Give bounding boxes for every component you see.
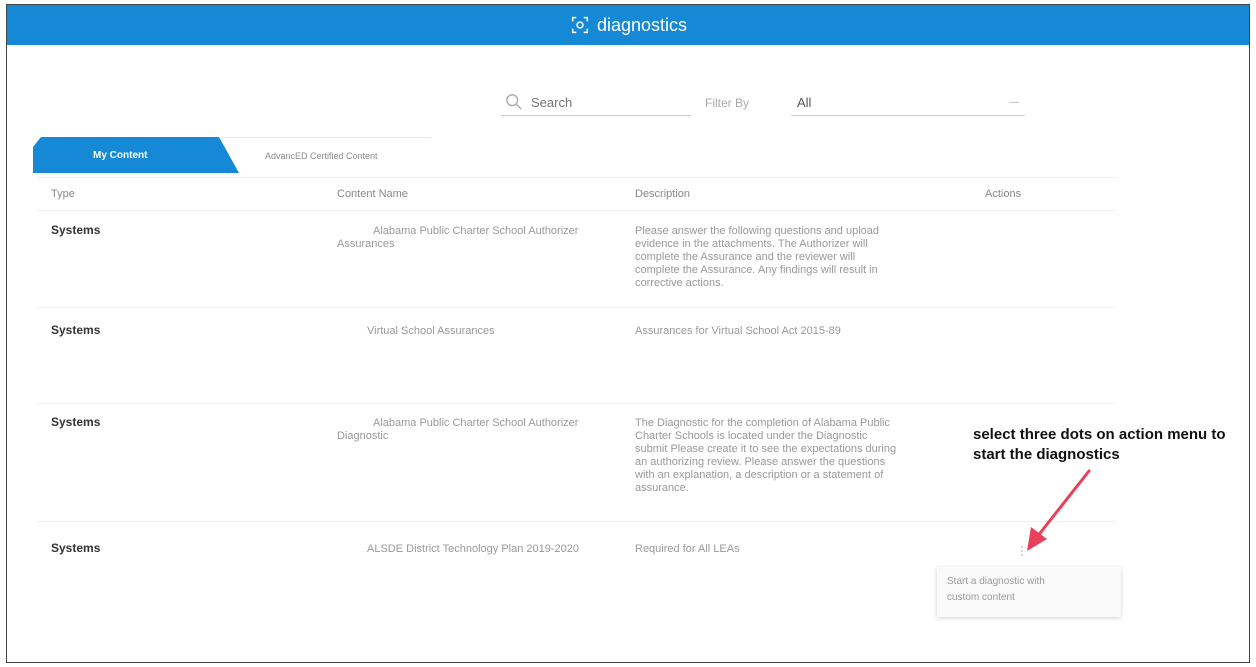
row-type: Systems — [51, 323, 101, 337]
filter-select-value: All — [797, 94, 812, 110]
row-type: Systems — [51, 223, 101, 237]
row-type: Systems — [51, 415, 101, 429]
menu-item-start-diagnostic-line2[interactable]: custom content — [947, 590, 1111, 606]
row-type: Systems — [51, 541, 101, 555]
table-row[interactable]: Systems Alabama Public Charter School Au… — [37, 409, 1117, 522]
tab-my-content[interactable]: My Content — [33, 137, 239, 173]
action-menu-popup[interactable]: Start a diagnostic with custom content — [937, 567, 1121, 617]
search-input[interactable] — [529, 93, 683, 111]
filter-select[interactable]: All — — [791, 90, 1025, 116]
row-content-name[interactable]: ALSDE District Technology Plan 2019-2020 — [367, 543, 637, 556]
search-icon — [506, 94, 522, 110]
row-description: Assurances for Virtual School Act 2015-8… — [635, 325, 841, 337]
column-header-content-name[interactable]: Content Name — [337, 188, 408, 200]
annotation-arrow-icon — [1027, 469, 1091, 551]
top-bar: diagnostics — [7, 5, 1249, 45]
row-content-name[interactable]: Virtual School Assurances — [367, 325, 637, 338]
row-description: The Diagnostic for the completion of Ala… — [635, 417, 897, 494]
column-header-actions: Actions — [985, 188, 1022, 200]
app-window: diagnostics Filter By All — AdvancED Cer… — [6, 4, 1250, 663]
filter-by-label: Filter By — [705, 95, 750, 110]
menu-item-start-diagnostic-line1[interactable]: Start a diagnostic with — [947, 574, 1111, 590]
row-description: Required for All LEAs — [635, 543, 740, 555]
app-title: diagnostics — [596, 14, 688, 35]
search-box[interactable] — [501, 89, 691, 116]
row-content-name[interactable]: Alabama Public Charter School Authorizer… — [337, 417, 607, 443]
table-row[interactable]: Systems Virtual School Assurances Assura… — [37, 313, 1117, 404]
brand: diagnostics — [569, 14, 687, 36]
column-header-type[interactable]: Type — [51, 188, 75, 200]
row-description: Please answer the following questions an… — [635, 225, 879, 289]
row-content-name[interactable]: Alabama Public Charter School Authorizer… — [337, 225, 607, 251]
target-scan-icon — [571, 16, 589, 34]
table-header: Type Content Name Description Actions — [37, 177, 1117, 211]
annotation-callout: select three dots on action menu to star… — [973, 426, 1226, 463]
table-row[interactable]: Systems Alabama Public Charter School Au… — [37, 217, 1117, 308]
chevron-down-icon: — — [1009, 96, 1019, 108]
tab-advanced-certified-content[interactable]: AdvancED Certified Content — [221, 137, 431, 173]
column-header-description[interactable]: Description — [635, 188, 690, 200]
filter-bar: Filter By All — — [501, 89, 1025, 116]
